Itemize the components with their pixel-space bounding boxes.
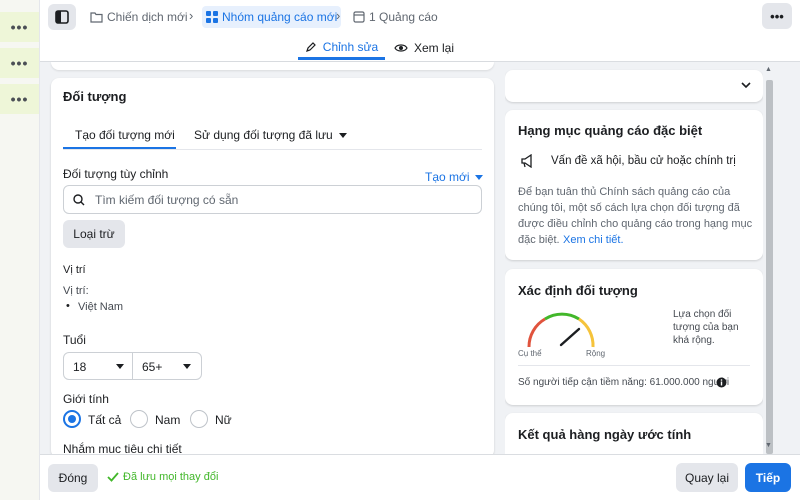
location-value[interactable]: Việt Nam [78,301,123,313]
ad-page-icon [353,11,365,23]
daily-results-title: Kết quả hàng ngày ước tính [518,427,692,442]
more-options-button[interactable]: ••• [762,3,792,29]
close-button-label: Đóng [58,471,88,485]
gender-radio-male[interactable] [130,410,148,428]
gender-radio-all[interactable] [63,410,81,428]
audience-card: Đối tượng Tạo đối tượng mới Sử dụng đối … [51,78,494,458]
custom-audience-label: Đối tượng tùy chỉnh [63,167,169,181]
age-max-value: 65+ [142,360,163,374]
breadcrumb-campaign[interactable]: Chiến dịch mới [90,6,188,28]
audience-note-3: khá rộng. [673,335,715,346]
gender-radio-female[interactable] [190,410,208,428]
location-heading: Vị trí [63,264,86,276]
pencil-icon [305,41,316,52]
back-button-label: Quay lại [684,470,730,485]
saved-status: Đã lưu mọi thay đổi [123,471,219,483]
left-rail: ••• ••• ••• [0,0,40,500]
ad-more-icon[interactable]: ••• [0,84,39,114]
special-ads-desc-3: được điều chỉnh cho quảng cáo trong hạng… [518,218,753,230]
audience-gauge-icon [527,312,595,348]
scroll-thumb[interactable] [766,80,773,454]
audience-def-title: Xác định đối tượng [518,283,638,298]
gender-male-label: Nam [155,413,181,427]
breadcrumb-ad-label: 1 Quảng cáo [369,10,438,24]
audience-note-2: tượng của bạn [673,322,739,333]
location-label: Vị trí: [63,285,89,297]
caret-down-icon [474,174,483,180]
audience-def-divider [518,365,750,366]
info-icon[interactable] [716,377,727,388]
breadcrumb-adset-label: Nhóm quảng cáo mới [222,10,338,24]
previous-card-bottom [51,62,494,70]
exclude-button-label: Loại trừ [73,227,115,241]
gauge-specific-label: Cụ thể [518,349,542,358]
close-button[interactable]: Đóng [48,464,98,492]
search-placeholder: Tìm kiếm đối tượng có sẵn [95,193,239,207]
next-button[interactable]: Tiếp [745,463,791,492]
footer-bar: Đóng Đã lưu mọi thay đổi Quay lại Tiếp [40,454,800,500]
tab-divider [63,149,482,150]
top-bar: Chiến dịch mới › Nhóm quảng cáo mới › 1 … [40,0,800,62]
audience-title: Đối tượng [63,89,127,104]
caret-down-icon [183,364,191,369]
see-details-link[interactable]: Xem chi tiết. [563,234,624,246]
create-new-label: Tạo mới [425,170,470,184]
search-icon [73,194,85,206]
special-ad-category-card: Hạng mục quảng cáo đặc biệt Vấn đề xã hộ… [505,110,763,260]
audience-search-input[interactable]: Tìm kiếm đối tượng có sẵn [63,185,482,214]
special-ads-desc-4: đặc biệt. [518,234,560,246]
scroll-down-icon[interactable]: ▼ [765,442,772,449]
next-button-label: Tiếp [755,470,781,485]
scroll-up-icon[interactable]: ▲ [765,66,772,73]
grid-icon [206,11,218,23]
folder-icon [90,12,103,23]
special-ads-desc-1: Để bạn tuân thủ Chính sách quảng cáo của [518,186,731,198]
chevron-down-icon[interactable] [741,82,751,89]
gender-heading: Giới tính [63,392,109,406]
tab-edit-label: Chỉnh sửa [322,39,379,54]
breadcrumb-campaign-label: Chiến dịch mới [107,10,188,24]
age-min-value: 18 [73,360,87,374]
caret-down-icon [338,132,347,138]
right-column: Hạng mục quảng cáo đặc biệt Vấn đề xã hộ… [505,62,763,454]
eye-icon [394,44,408,52]
audience-definition-card: Xác định đối tượng Cụ thể Rộng Lựa chọn … [505,269,763,405]
special-ads-desc-2: chúng tôi, một số cách lựa chọn đối tượn… [518,202,740,214]
collapsed-card[interactable] [505,70,763,102]
age-max-select[interactable]: 65+ [132,352,202,380]
age-heading: Tuổi [63,333,86,347]
age-min-select[interactable]: 18 [63,352,133,380]
breadcrumb-ad[interactable]: 1 Quảng cáo [353,6,438,28]
potential-reach: Số người tiếp cận tiềm năng: 61.000.000 … [518,377,730,388]
tab-edit[interactable]: Chỉnh sửa [298,36,385,60]
gender-female-label: Nữ [215,413,232,427]
breadcrumb-adset[interactable]: Nhóm quảng cáo mới [202,6,342,28]
special-ads-category[interactable]: Vấn đề xã hội, bầu cử hoặc chính trị [551,155,736,167]
tab-create-audience[interactable]: Tạo đối tượng mới [75,128,175,142]
gender-all-label: Tất cả [88,413,122,427]
campaign-more-icon[interactable]: ••• [0,12,39,42]
location-bullet: • [66,300,70,312]
right-scrollbar[interactable]: ▲ ▼ [763,62,775,454]
tab-review-label: Xem lại [414,41,455,55]
chevron-right-icon: › [189,8,194,23]
gauge-broad-label: Rộng [586,349,606,358]
sidebar-toggle-button[interactable] [48,4,76,30]
tab-review[interactable]: Xem lại [394,36,454,60]
checkmark-icon [107,472,119,482]
caret-down-icon [116,364,124,369]
sidebar-panel-icon [55,10,69,24]
adset-more-icon[interactable]: ••• [0,48,39,78]
chevron-right-icon: › [336,8,341,23]
daily-results-card: Kết quả hàng ngày ước tính [505,413,763,454]
tab-saved-audience-label: Sử dụng đối tượng đã lưu [194,128,333,142]
tab-saved-audience[interactable]: Sử dụng đối tượng đã lưu [194,128,347,142]
exclude-button[interactable]: Loại trừ [63,220,125,248]
megaphone-icon [521,154,532,168]
special-ads-title: Hạng mục quảng cáo đặc biệt [518,123,703,138]
create-new-dropdown[interactable]: Tạo mới [425,170,483,184]
audience-note-1: Lựa chọn đối [673,309,732,320]
back-button[interactable]: Quay lại [676,463,738,492]
